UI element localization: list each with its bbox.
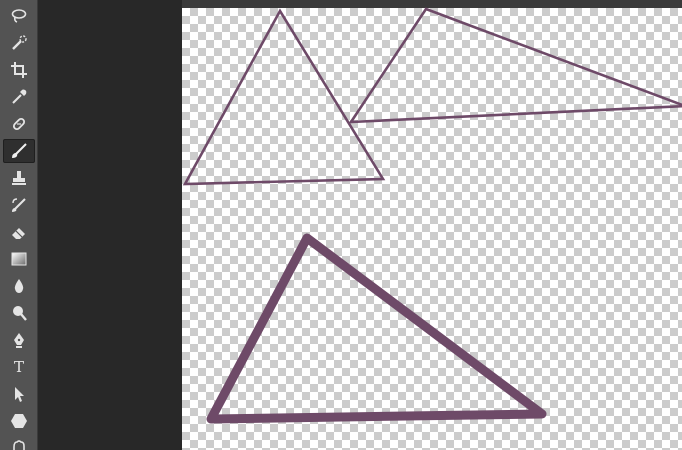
pen-tool[interactable]	[3, 328, 35, 352]
crop-icon	[11, 62, 27, 78]
document-canvas[interactable]	[182, 8, 682, 450]
tools-panel: T	[0, 0, 38, 450]
blur-tool[interactable]	[3, 274, 35, 298]
gradient-tool[interactable]	[3, 247, 35, 271]
healing-brush-tool[interactable]	[3, 112, 35, 136]
gradient-icon	[11, 252, 27, 266]
clone-stamp-icon	[12, 171, 26, 185]
history-brush-icon	[12, 198, 26, 212]
eraser-tool[interactable]	[3, 220, 35, 244]
healing-brush-icon	[12, 117, 26, 131]
eyedropper-tool[interactable]	[3, 85, 35, 109]
path-selection-icon	[15, 387, 24, 402]
brush-tool[interactable]	[3, 139, 35, 163]
workspace-background	[38, 0, 182, 450]
lasso-icon	[11, 9, 27, 23]
type-icon: T	[13, 357, 24, 376]
dodge-tool[interactable]	[3, 301, 35, 325]
hand-icon	[13, 440, 25, 450]
history-brush-tool[interactable]	[3, 193, 35, 217]
eraser-icon	[12, 228, 25, 239]
lasso-tool[interactable]	[3, 4, 35, 28]
shape-icon	[11, 414, 27, 428]
clone-stamp-tool[interactable]	[3, 166, 35, 190]
quick-selection-tool[interactable]	[3, 31, 35, 55]
brush-icon	[12, 143, 27, 158]
blur-icon	[14, 279, 24, 293]
crop-tool[interactable]	[3, 58, 35, 82]
document-top-edge	[182, 0, 682, 8]
photoshop-window: T	[0, 0, 682, 450]
path-selection-tool[interactable]	[3, 382, 35, 406]
pen-icon	[14, 333, 24, 348]
hand-tool[interactable]	[3, 434, 35, 450]
eyedropper-icon	[12, 89, 27, 104]
shape-tool[interactable]	[3, 409, 35, 433]
dodge-icon	[13, 306, 27, 321]
quick-selection-icon	[12, 35, 27, 50]
type-tool[interactable]: T	[3, 355, 35, 379]
